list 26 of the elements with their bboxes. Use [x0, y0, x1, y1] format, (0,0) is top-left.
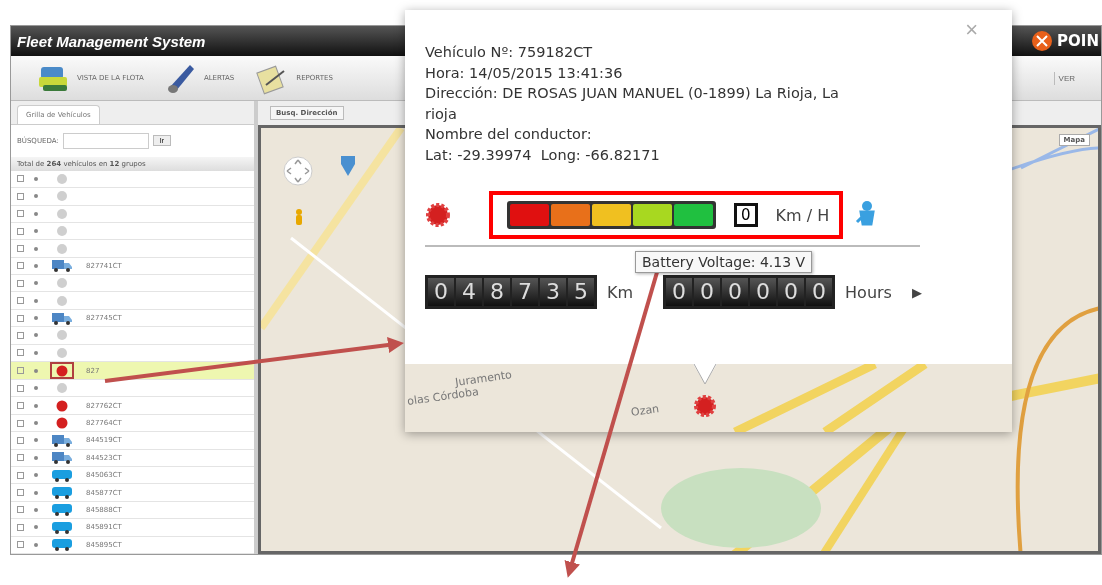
window-title: Fleet Management System — [17, 32, 206, 50]
speed-unit: Km / H — [775, 205, 830, 225]
detail-line: Nombre del conductor: — [425, 125, 593, 144]
odometer-digit: 5 — [568, 278, 594, 306]
odometer-unit: Km — [607, 282, 634, 302]
odometer-digit: 0 — [428, 278, 454, 306]
hour-digit: 0 — [750, 278, 777, 306]
battery-tooltip: Battery Voltage: 4.13 V — [635, 251, 813, 273]
detail-line: Hora: 14/05/2015 13:41:36 — [425, 63, 624, 83]
hours-unit: Hours — [845, 282, 892, 302]
odometer-digit: 4 — [456, 278, 482, 306]
brand-name: POIN — [1057, 32, 1099, 50]
hour-digit: 0 — [778, 278, 805, 306]
odometer-digit: 7 — [512, 278, 538, 306]
odometer-digit: 3 — [540, 278, 566, 306]
street-label: Ozan — [630, 402, 660, 419]
street-label: Juramento — [454, 368, 513, 389]
detail-line: Vehículo Nº: 759182CT — [425, 43, 594, 62]
speed-value: 0 — [734, 203, 758, 227]
detail-line: Dirección: DE ROSAS JUAN MANUEL (0-1899) La Rioja, La rioja — [425, 84, 840, 124]
detail-line: Lat: -29.39974 Long: -66.82171 — [425, 145, 661, 165]
hour-digit: 0 — [722, 278, 749, 306]
hour-digit: 0 — [666, 278, 693, 306]
hour-digit: 0 — [694, 278, 721, 306]
odometer-digit: 8 — [484, 278, 510, 306]
hour-digit: 0 — [806, 278, 833, 306]
